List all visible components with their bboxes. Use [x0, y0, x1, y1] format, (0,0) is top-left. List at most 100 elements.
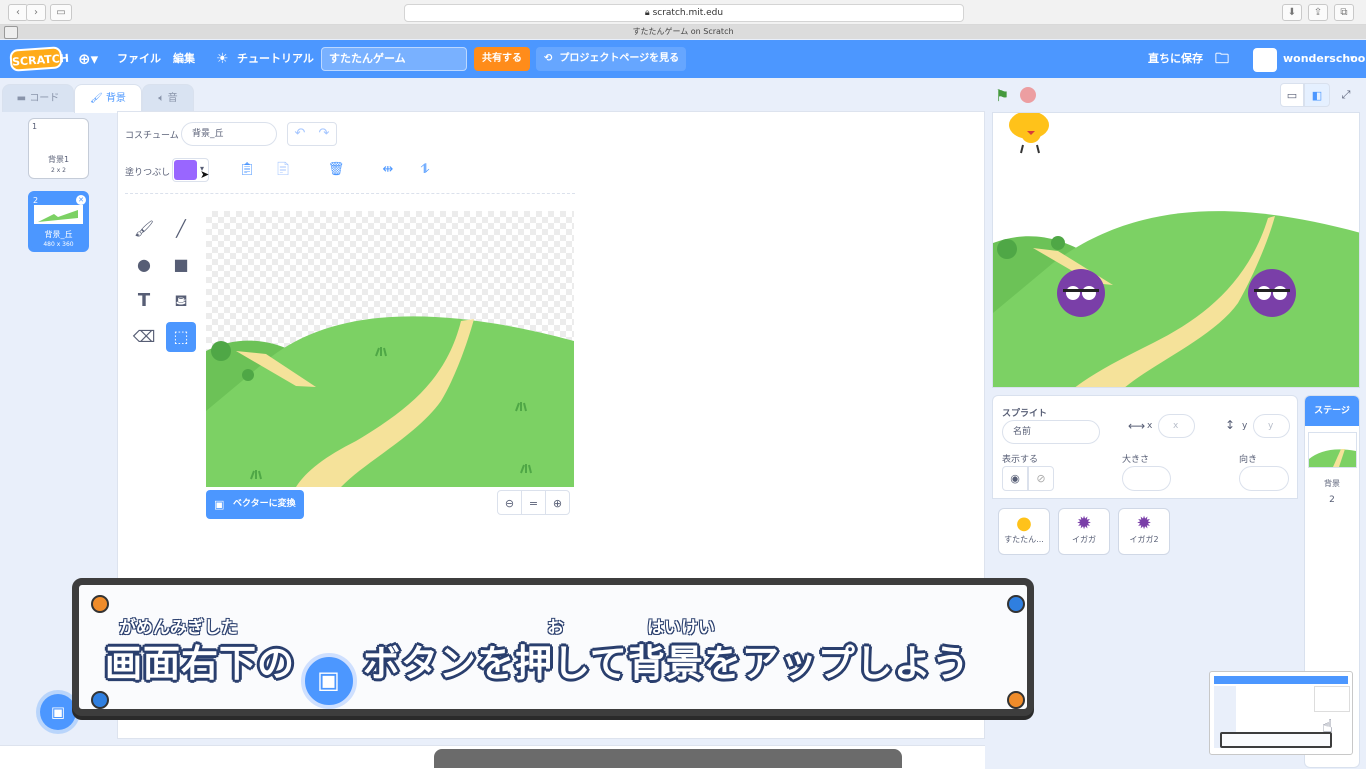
stage-canvas[interactable]: [992, 112, 1360, 388]
circle-tool-icon[interactable]: ●: [129, 250, 159, 280]
address-bar[interactable]: 🔒︎ scratch.mit.edu: [404, 4, 964, 22]
enemy-sprite-2: [1248, 269, 1296, 317]
tabs-overview-icon[interactable]: ⧉: [1334, 4, 1354, 21]
thumbnail-subtitle: [1220, 732, 1332, 748]
lock-icon: 🔒︎: [644, 8, 650, 18]
back-icon[interactable]: ‹: [8, 4, 28, 21]
share-sheet-icon[interactable]: ⇪: [1308, 4, 1328, 21]
stage-header: ステージ: [1305, 396, 1359, 426]
globe-icon[interactable]: ⊕▾: [78, 40, 98, 78]
choose-backdrop-image-icon: ▣: [301, 653, 357, 709]
video-thumbnail: ☝: [1209, 671, 1353, 755]
costume-size: 2 x 2: [51, 167, 66, 174]
choose-backdrop-image-icon[interactable]: ▣: [40, 694, 76, 730]
text-tool-icon[interactable]: T: [129, 286, 159, 316]
hill-backdrop-image: [206, 316, 574, 487]
copy-icon[interactable]: 📄︎: [272, 159, 294, 181]
subtitle-panel: がめんみぎした お はいけい 画面右下の ▣ ボタンを押して背景をアップしよう: [72, 578, 1034, 716]
sprite-label: スプライト: [1002, 409, 1048, 419]
zoom-out-icon[interactable]: ⊖: [497, 490, 522, 515]
costume-name: 背景1: [47, 155, 70, 164]
fill-label: 塗りつぶし: [125, 168, 171, 178]
bulb-character-icon: ●: [1016, 513, 1032, 534]
mouse-cursor-icon: ➤: [200, 168, 210, 181]
flip-vertical-icon[interactable]: ⥮: [414, 159, 436, 181]
window-title: すたたんゲーム on Scratch: [0, 25, 1366, 39]
brush-icon: 🖌︎: [90, 93, 103, 104]
bolt-decoration: [1007, 595, 1025, 613]
speaker-icon: 🔈︎: [158, 93, 165, 104]
tab-code[interactable]: ▬ コード: [2, 84, 74, 112]
tab-sidebar-icon[interactable]: [4, 26, 18, 39]
sprite-tile-3[interactable]: ✹ イガガ2: [1118, 508, 1170, 555]
redo-icon[interactable]: ↷: [313, 123, 335, 145]
show-sprite-eye-icon[interactable]: ◉: [1002, 466, 1028, 491]
browser-toolbar: ‹ › ▭ 🔒︎ scratch.mit.edu ⬇ ⇪ ⧉: [0, 0, 1366, 25]
forward-icon[interactable]: ›: [26, 4, 46, 21]
costume-item-2[interactable]: 2 ✕ 背景_丘 480 x 360: [28, 191, 89, 252]
brush-tool-icon[interactable]: 🖌︎: [129, 214, 159, 244]
size-input[interactable]: [1122, 466, 1171, 491]
y-label: y: [1242, 421, 1248, 431]
select-tool-icon[interactable]: ⬚: [166, 322, 196, 352]
my-stuff-folder-icon[interactable]: 🗀: [1215, 40, 1229, 78]
project-title-input[interactable]: すたたんゲーム: [321, 47, 467, 71]
direction-input[interactable]: [1239, 466, 1289, 491]
y-input[interactable]: y: [1253, 414, 1290, 438]
sprite-tile-2[interactable]: ✹ イガガ: [1058, 508, 1110, 555]
undo-icon[interactable]: ↶: [289, 123, 311, 145]
rectangle-tool-icon[interactable]: ■: [166, 250, 196, 280]
line-tool-icon[interactable]: ╱: [166, 214, 196, 244]
scratch-logo[interactable]: SCRATCH: [9, 46, 69, 72]
fill-bucket-tool-icon[interactable]: ⛾: [166, 286, 196, 316]
delete-costume-icon[interactable]: ✕: [76, 195, 86, 205]
delete-trash-icon[interactable]: 🗑︎: [325, 159, 347, 181]
tab-sounds[interactable]: 🔈︎ 音: [142, 84, 194, 112]
share-button[interactable]: 共有する: [474, 47, 530, 71]
menu-tutorial[interactable]: チュートリアル: [237, 40, 314, 78]
menu-bar: SCRATCH ⊕▾ ファイル 編集 ☀ チュートリアル すたたんゲーム 共有す…: [0, 40, 1366, 78]
hide-sprite-eye-icon[interactable]: ⊘: [1028, 466, 1054, 491]
download-icon[interactable]: ⬇: [1282, 4, 1302, 21]
eraser-tool-icon[interactable]: ⌫: [129, 322, 159, 352]
costume-number: 1: [32, 122, 38, 131]
costume-size: 480 x 360: [43, 241, 74, 248]
tab-backdrops[interactable]: 🖌︎ 背景: [74, 84, 142, 113]
x-input[interactable]: x: [1158, 414, 1195, 438]
sprite-tile-1[interactable]: ● すたたん...: [998, 508, 1050, 555]
small-stage-icon[interactable]: ▭: [1280, 83, 1304, 107]
fill-color-swatch: [174, 160, 197, 180]
backdrop-count: 2: [1329, 495, 1335, 505]
save-now-button[interactable]: 直ちに保存: [1148, 40, 1203, 78]
bolt-decoration: [91, 595, 109, 613]
zoom-in-icon[interactable]: ⊕: [545, 490, 570, 515]
menu-edit[interactable]: 編集: [173, 40, 195, 78]
flip-horizontal-icon[interactable]: ⇹: [377, 159, 399, 181]
fullscreen-icon[interactable]: ⤢: [1334, 83, 1358, 107]
stop-icon[interactable]: [1020, 87, 1036, 103]
costume-label: コスチューム: [125, 131, 179, 141]
sprite-name-input[interactable]: 名前: [1002, 420, 1100, 444]
menu-file[interactable]: ファイル: [117, 40, 161, 78]
sprite-name: イガガ: [1072, 535, 1096, 544]
paint-canvas[interactable]: [206, 211, 574, 487]
see-project-page-button[interactable]: ⟲ プロジェクトページを見る: [536, 47, 686, 71]
direction-label: 向き: [1239, 455, 1258, 465]
costume-name-input[interactable]: 背景_丘: [181, 122, 277, 146]
undo-redo-group: ↶ ↷: [287, 122, 337, 146]
sidebar-toggle-icon[interactable]: ▭: [50, 4, 72, 21]
zoom-reset-button[interactable]: =: [521, 490, 546, 515]
backdrop-label: 背景: [1324, 479, 1340, 488]
project-page-label: プロジェクトページを見る: [559, 53, 680, 64]
sprite-name: イガガ2: [1129, 535, 1159, 544]
chevron-down-icon[interactable]: ▾: [1350, 40, 1355, 78]
backdrop-thumbnail: [1308, 432, 1357, 468]
large-stage-icon[interactable]: ◧: [1304, 83, 1330, 107]
green-flag-icon[interactable]: ⚑: [995, 86, 1009, 105]
avatar[interactable]: [1253, 48, 1277, 72]
enemy-sprite-1: [1057, 269, 1105, 317]
tab-code-label: コード: [29, 93, 60, 104]
costume-item-1[interactable]: 1 背景1 2 x 2: [28, 118, 89, 179]
convert-to-vector-button[interactable]: ▣ ベクターに変換: [206, 490, 304, 519]
paste-icon[interactable]: 📋︎: [236, 159, 258, 181]
